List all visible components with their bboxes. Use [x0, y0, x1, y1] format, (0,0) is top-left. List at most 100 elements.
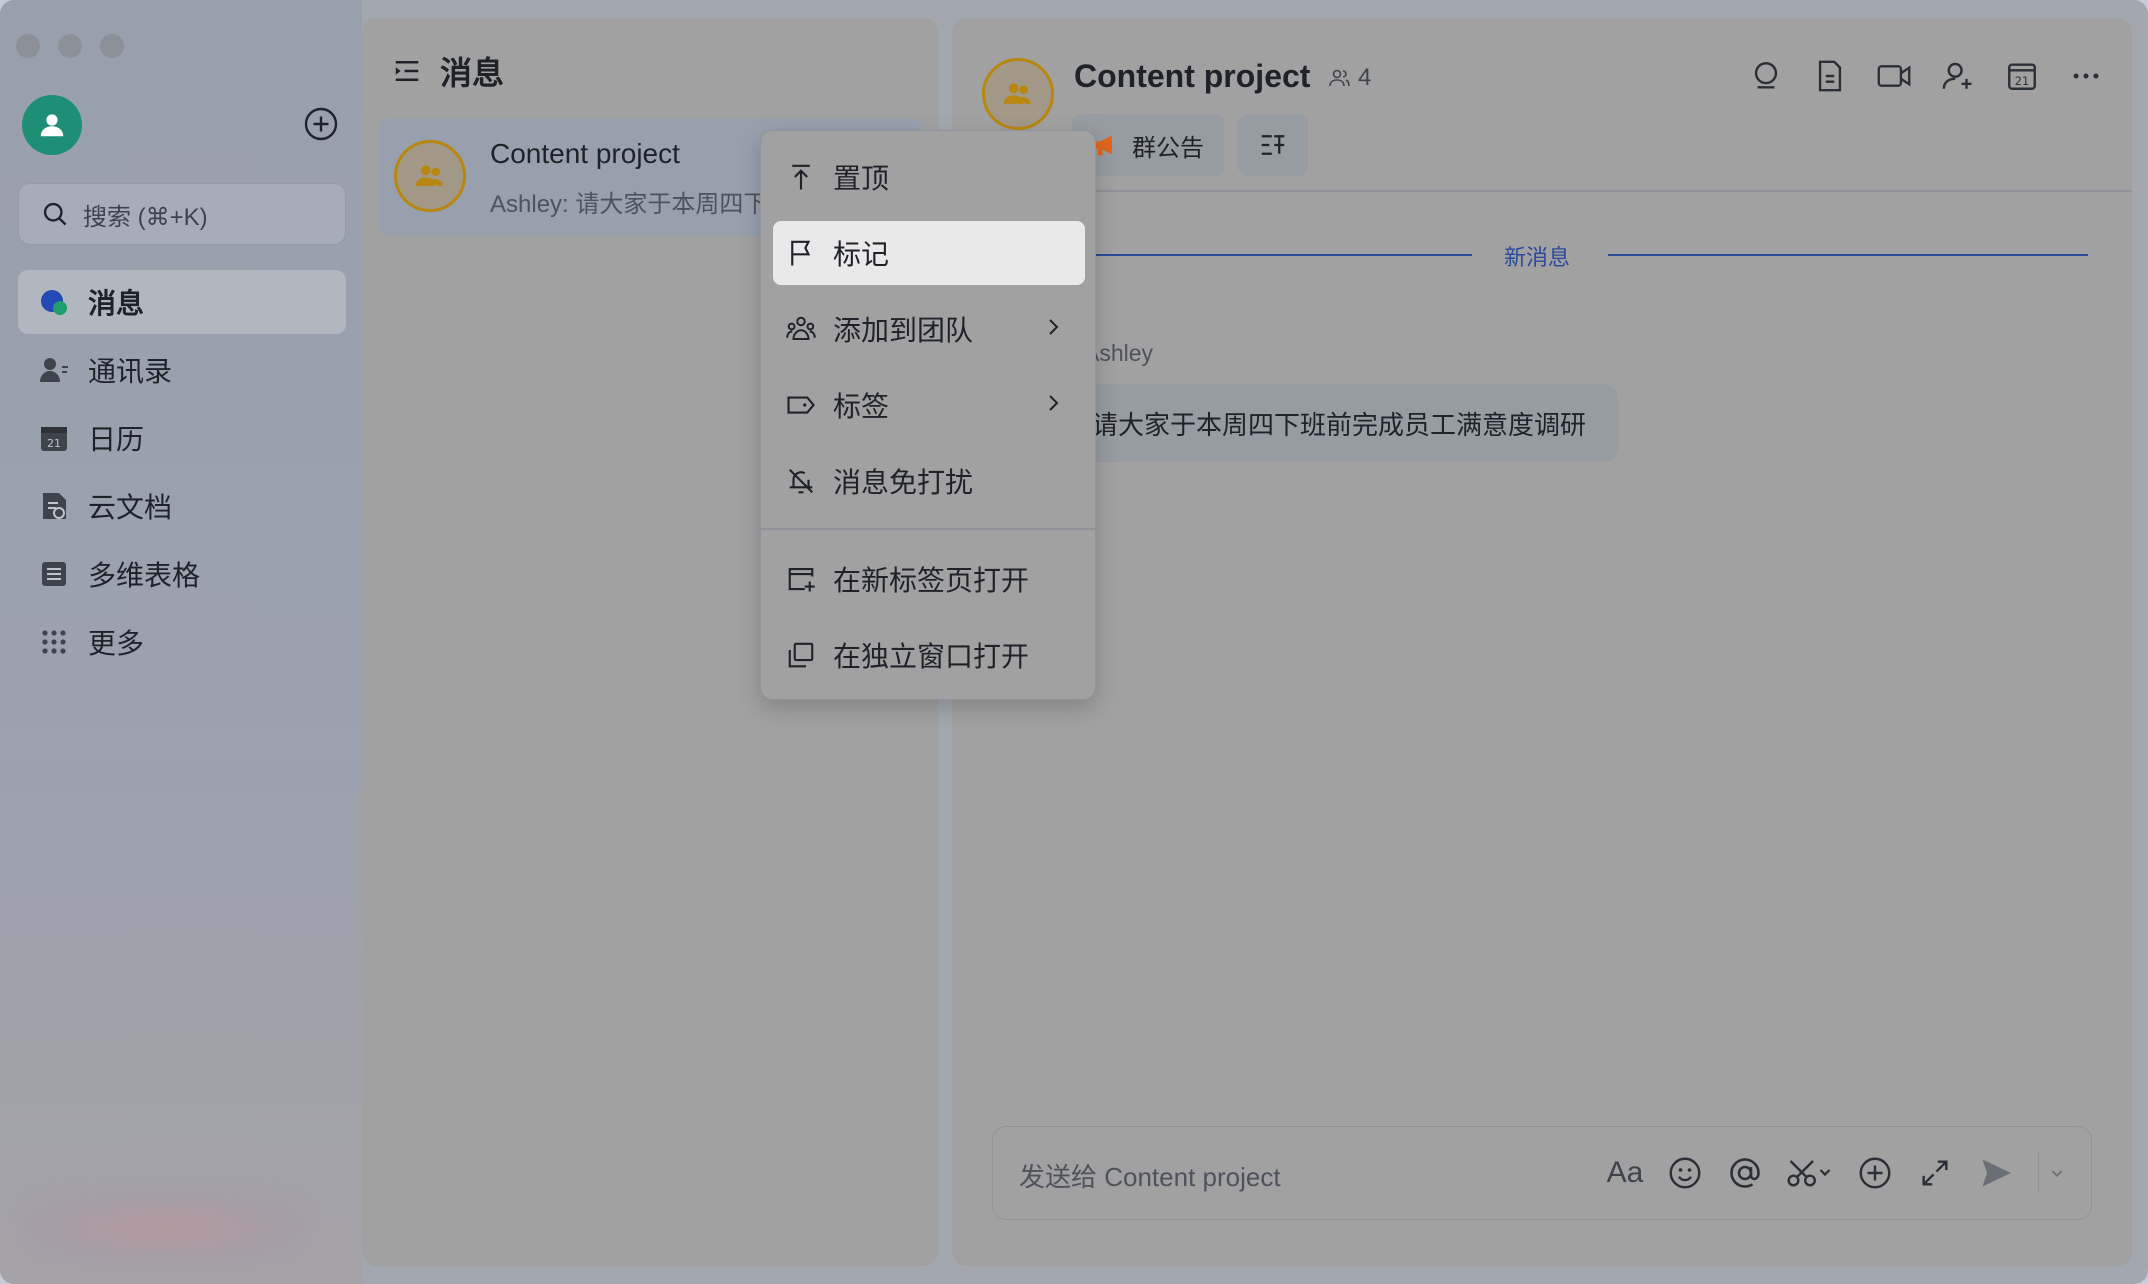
video-camera-icon — [1877, 65, 1911, 87]
zoom-window-button[interactable] — [100, 34, 124, 58]
menu-item-pin[interactable]: 置顶 — [773, 145, 1085, 209]
mention-button[interactable] — [1726, 1153, 1764, 1193]
list-title: 消息 — [440, 55, 505, 91]
tag-icon — [785, 389, 817, 421]
sidebar-item-calendar[interactable]: 21 日历 — [18, 406, 346, 470]
sidebar-item-contacts[interactable]: 通讯录 — [18, 338, 346, 402]
message-composer[interactable]: 发送给 Content project Aa — [992, 1126, 2092, 1220]
sidebar-nav: 消息 通讯录 21 日历 云文档 多维表格 更多 — [18, 270, 346, 678]
new-messages-label: 新消息 — [1504, 245, 1571, 270]
sidebar: 搜索 (⌘+K) 消息 通讯录 21 日历 云文档 多维表格 更多 — [0, 0, 362, 1284]
chat-item-preview: Ashley: 请大家于本周四下班前完成员工满意度调研 — [490, 191, 760, 218]
calendar-day-text: 21 — [2015, 74, 2029, 88]
new-window-icon — [785, 639, 817, 671]
screenshot-button[interactable] — [1786, 1153, 1834, 1193]
plus-circle-icon — [304, 107, 338, 141]
chat-panel: Content project 4 21 群公告 新消息 Ashley 请大家于… — [952, 18, 2132, 1266]
flag-icon — [785, 237, 817, 269]
more-options-button[interactable] — [2068, 58, 2104, 94]
members-icon — [1329, 69, 1350, 87]
format-button[interactable]: Aa — [1606, 1153, 1644, 1193]
emoji-button[interactable] — [1666, 1153, 1704, 1193]
menu-item-label: 在独立窗口打开 — [833, 641, 1030, 672]
menu-item-label: 在新标签页打开 — [833, 565, 1030, 596]
base-table-icon — [38, 558, 70, 590]
send-icon — [1982, 1159, 2011, 1187]
send-options-button[interactable] — [2038, 1153, 2065, 1193]
calendar-icon: 21 — [2008, 63, 2036, 90]
search-box[interactable]: 搜索 (⌘+K) — [18, 183, 346, 245]
search-icon — [43, 202, 67, 226]
menu-item-mute[interactable]: 消息免打扰 — [773, 449, 1085, 513]
video-call-button[interactable] — [1876, 58, 1912, 94]
more-attachments-button[interactable] — [1856, 1153, 1894, 1193]
add-member-button[interactable] — [1940, 58, 1976, 94]
group-avatar — [394, 140, 466, 212]
member-count-value: 4 — [1358, 64, 1372, 91]
grid-dots-icon — [38, 626, 70, 658]
menu-separator — [761, 528, 1095, 530]
sidebar-item-label: 云文档 — [88, 492, 173, 523]
sidebar-item-more[interactable]: 更多 — [18, 610, 346, 674]
message-bubble[interactable]: 请大家于本周四下班前完成员工满意度调研 — [1072, 384, 1619, 462]
member-count[interactable]: 4 — [1328, 64, 1371, 92]
menu-item-flag[interactable]: 标记 — [773, 221, 1085, 285]
expand-icon — [1922, 1160, 1948, 1186]
emoji-icon — [1669, 1157, 1701, 1189]
sidebar-item-label: 多维表格 — [88, 560, 201, 591]
collapse-menu-icon[interactable] — [392, 56, 422, 86]
menu-item-label: 标签 — [833, 391, 890, 422]
user-avatar[interactable] — [22, 95, 82, 155]
composer-toolbar: Aa — [1606, 1153, 2065, 1193]
menu-item-label: 消息免打扰 — [833, 467, 974, 498]
bell-off-icon — [785, 465, 817, 497]
new-messages-divider-right — [1608, 254, 2088, 256]
sidebar-item-cloud-docs[interactable]: 云文档 — [18, 474, 346, 538]
menu-item-open-new-tab[interactable]: 在新标签页打开 — [773, 547, 1085, 611]
menu-item-label: 置顶 — [833, 163, 890, 194]
contacts-icon — [38, 354, 70, 386]
sidebar-item-messages[interactable]: 消息 — [18, 270, 346, 334]
close-window-button[interactable] — [16, 34, 40, 58]
list-header: 消息 — [392, 48, 504, 94]
chat-tabs: 群公告 — [1072, 114, 1308, 176]
more-horizontal-icon — [2073, 73, 2099, 79]
chevron-right-icon — [1049, 395, 1059, 411]
sidebar-item-label: 通讯录 — [88, 356, 173, 387]
minimize-window-button[interactable] — [58, 34, 82, 58]
create-button[interactable] — [302, 105, 340, 143]
new-tab-icon — [785, 563, 817, 595]
calendar-day-text: 21 — [47, 437, 61, 450]
menu-item-add-to-team[interactable]: 添加到团队 — [773, 297, 1085, 361]
tab-settings[interactable] — [1238, 114, 1308, 176]
menu-item-label: 标记 — [833, 239, 890, 270]
menu-item-tag[interactable]: 标签 — [773, 373, 1085, 437]
calendar-button[interactable]: 21 — [2004, 58, 2040, 94]
chat-header-avatar[interactable] — [982, 58, 1054, 130]
group-icon — [1003, 83, 1031, 104]
docs-button[interactable] — [1812, 58, 1848, 94]
at-sign-icon — [1730, 1158, 1760, 1188]
plus-circle-icon — [1859, 1157, 1891, 1189]
sidebar-item-label: 更多 — [88, 628, 145, 659]
person-icon — [40, 114, 64, 137]
calendar-icon: 21 — [38, 422, 70, 454]
tab-announcement-label: 群公告 — [1132, 134, 1204, 162]
chevron-down-icon — [2051, 1170, 2063, 1177]
sidebar-item-base[interactable]: 多维表格 — [18, 542, 346, 606]
scissors-icon — [1787, 1160, 1831, 1187]
menu-item-open-new-window[interactable]: 在独立窗口打开 — [773, 623, 1085, 687]
menu-item-label: 添加到团队 — [833, 315, 974, 346]
text-format-icon: Aa — [1606, 1156, 1644, 1189]
window-controls — [16, 34, 124, 58]
send-button[interactable] — [1976, 1153, 2016, 1193]
expand-composer-button[interactable] — [1916, 1153, 1954, 1193]
chat-name: Content project — [1074, 58, 1311, 94]
context-menu: 置顶 标记 添加到团队 标签 消息免打扰 在新标签页打开 在独立窗口打开 — [760, 130, 1096, 700]
sidebar-item-label: 日历 — [88, 424, 145, 455]
message-bubble-icon — [38, 286, 70, 318]
search-chat-button[interactable] — [1748, 58, 1784, 94]
blurred-profile-area — [20, 1190, 310, 1266]
app-window: 搜索 (⌘+K) 消息 通讯录 21 日历 云文档 多维表格 更多 消息 Con… — [0, 0, 2148, 1284]
composer-placeholder[interactable]: 发送给 Content project — [1019, 1157, 1281, 1194]
